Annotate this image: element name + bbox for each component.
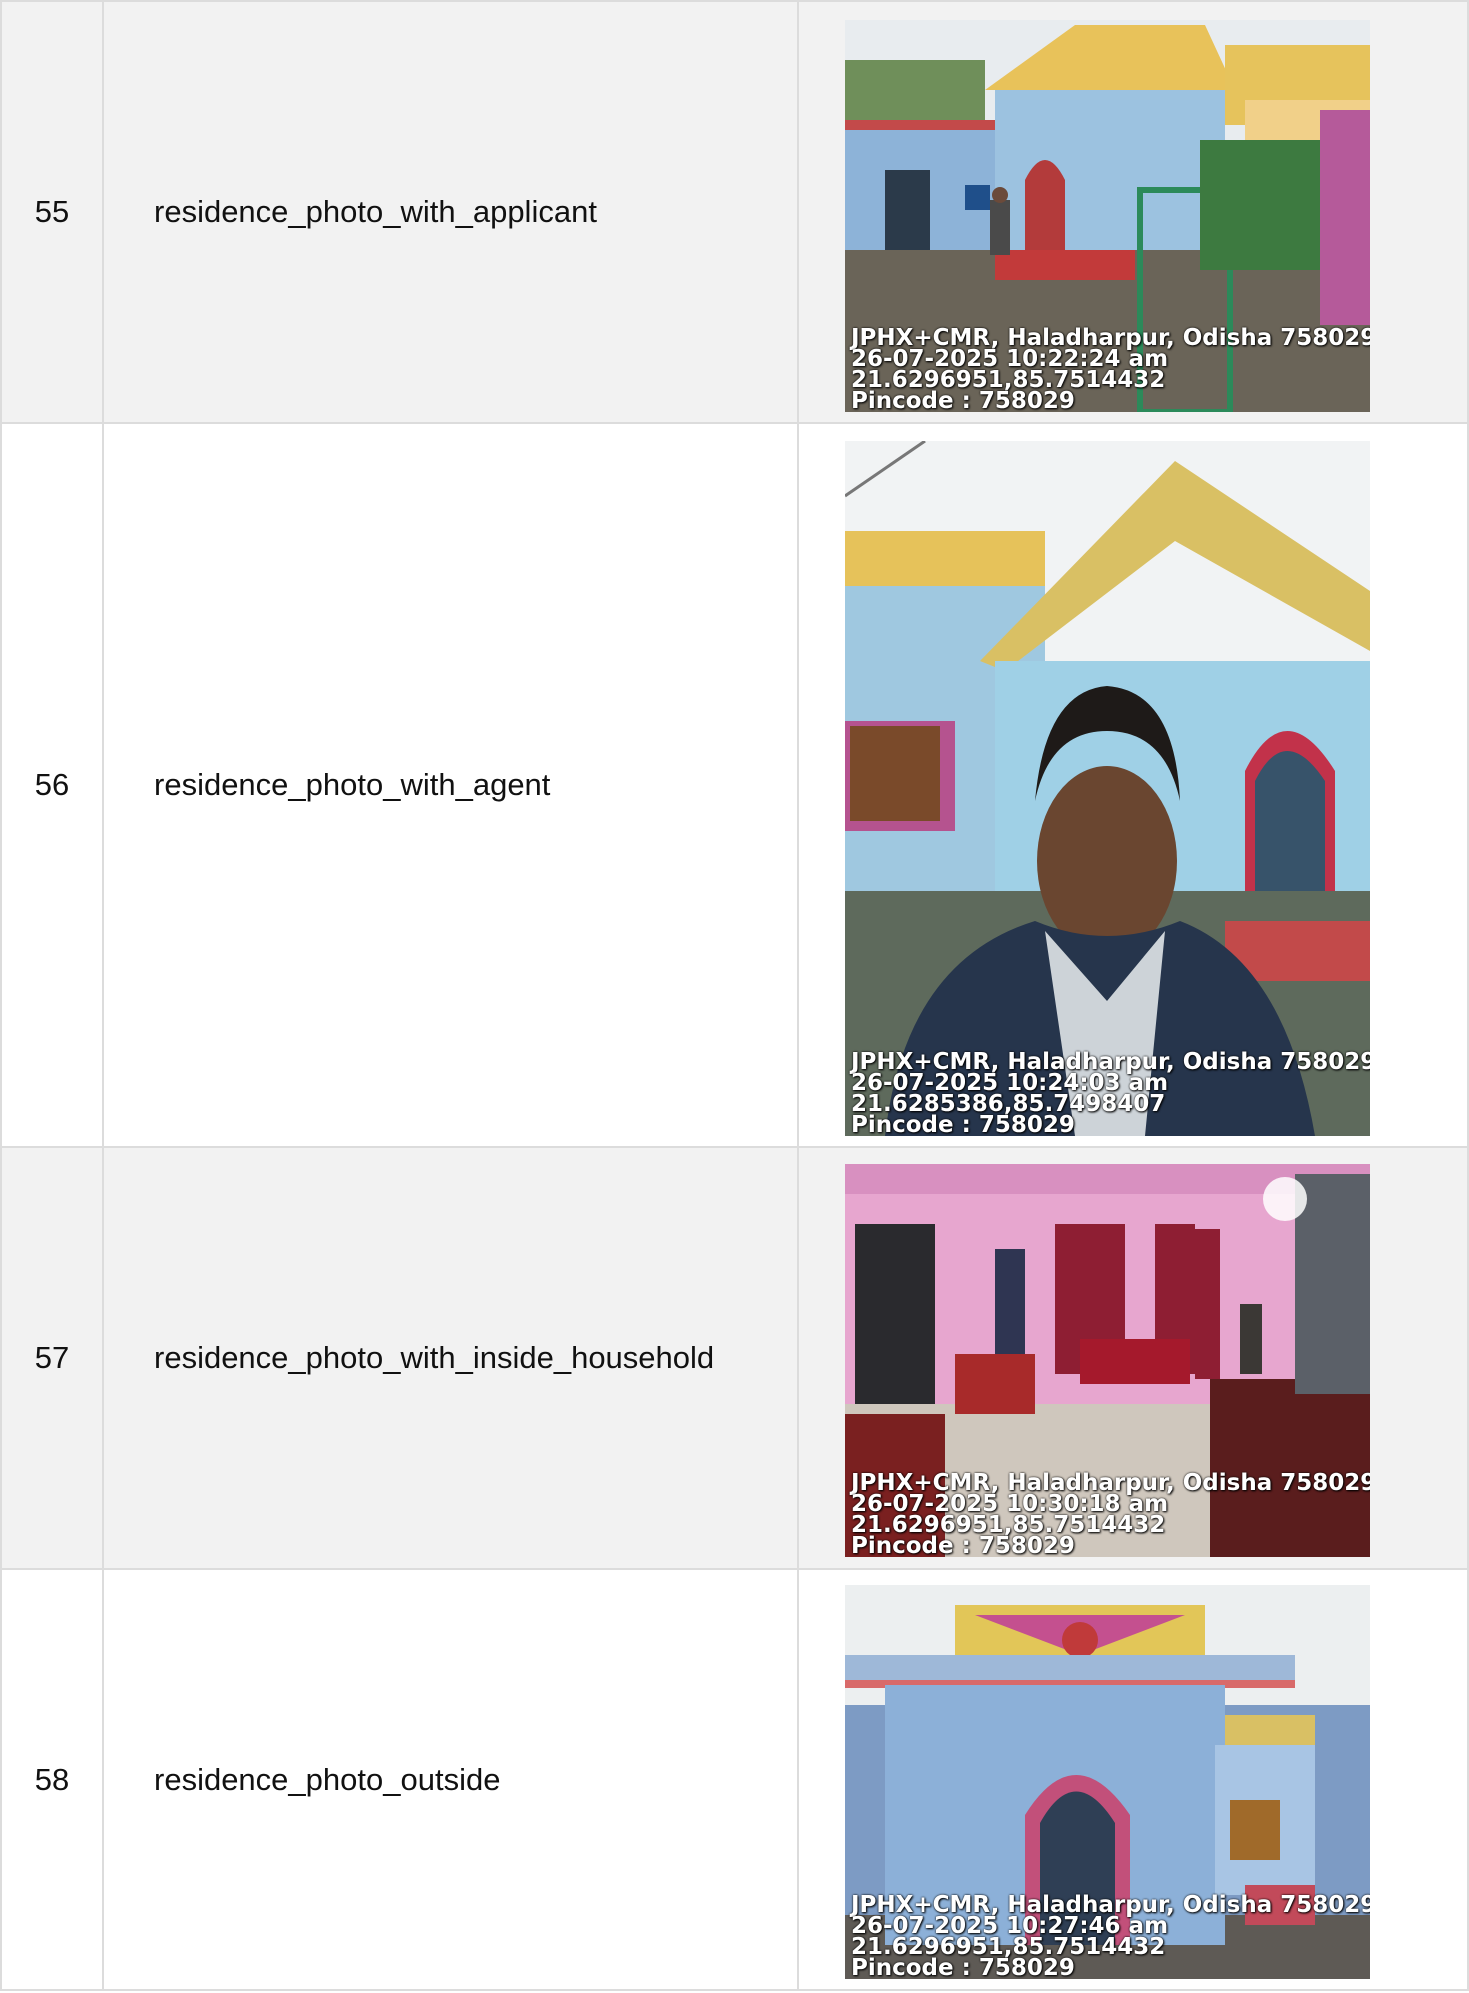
residence-photo: JPHX+CMR, Haladharpur, Odisha 758029, In… — [845, 20, 1370, 412]
residence-photo: JPHX+CMR, Haladharpur, Odisha 758029, In… — [845, 1164, 1370, 1557]
photo-geotag-stamp: JPHX+CMR, Haladharpur, Odisha 758029, In… — [851, 1472, 1370, 1558]
residence-photo: JPHX+CMR, Haladharpur, Odisha 758029, In… — [845, 441, 1370, 1136]
row-number: 55 — [0, 0, 104, 424]
agent-selfie-image — [845, 441, 1370, 1136]
photo-cell: JPHX+CMR, Haladharpur, Odisha 758029, In… — [797, 422, 1469, 1148]
photo-geotag-stamp: JPHX+CMR, Haladharpur, Odisha 758029, In… — [851, 327, 1370, 413]
row-number: 58 — [0, 1568, 104, 1991]
table-row: 55 residence_photo_with_applicant JPHX+C… — [0, 0, 1469, 424]
field-name: residence_photo_with_agent — [102, 422, 799, 1148]
row-number: 56 — [0, 422, 104, 1148]
field-name: residence_photo_outside — [102, 1568, 799, 1991]
row-number: 57 — [0, 1146, 104, 1570]
geotag-pincode: Pincode : 758029 — [851, 1112, 1075, 1137]
geotag-pincode: Pincode : 758029 — [851, 1533, 1075, 1558]
photo-geotag-stamp: JPHX+CMR, Haladharpur, Odisha 758029, In… — [851, 1051, 1370, 1137]
photo-geotag-stamp: JPHX+CMR, Haladharpur, Odisha 758029, In… — [851, 1894, 1370, 1980]
document-table: 55 residence_photo_with_applicant JPHX+C… — [0, 0, 1469, 1991]
photo-cell: JPHX+CMR, Haladharpur, Odisha 758029, In… — [797, 0, 1469, 424]
photo-cell: JPHX+CMR, Haladharpur, Odisha 758029, In… — [797, 1146, 1469, 1570]
table-row: 57 residence_photo_with_inside_household — [0, 1146, 1469, 1570]
field-name: residence_photo_with_applicant — [102, 0, 799, 424]
table-row: 58 residence_photo_outside JPHX+CMR, Hal… — [0, 1568, 1469, 1991]
residence-photo: JPHX+CMR, Haladharpur, Odisha 758029, In… — [845, 1585, 1370, 1979]
field-name: residence_photo_with_inside_household — [102, 1146, 799, 1570]
photo-cell: JPHX+CMR, Haladharpur, Odisha 758029, In… — [797, 1568, 1469, 1991]
table-row: 56 residence_photo_with_agent JPHX+CMR, … — [0, 422, 1469, 1148]
geotag-pincode: Pincode : 758029 — [851, 1955, 1075, 1980]
geotag-pincode: Pincode : 758029 — [851, 388, 1075, 413]
